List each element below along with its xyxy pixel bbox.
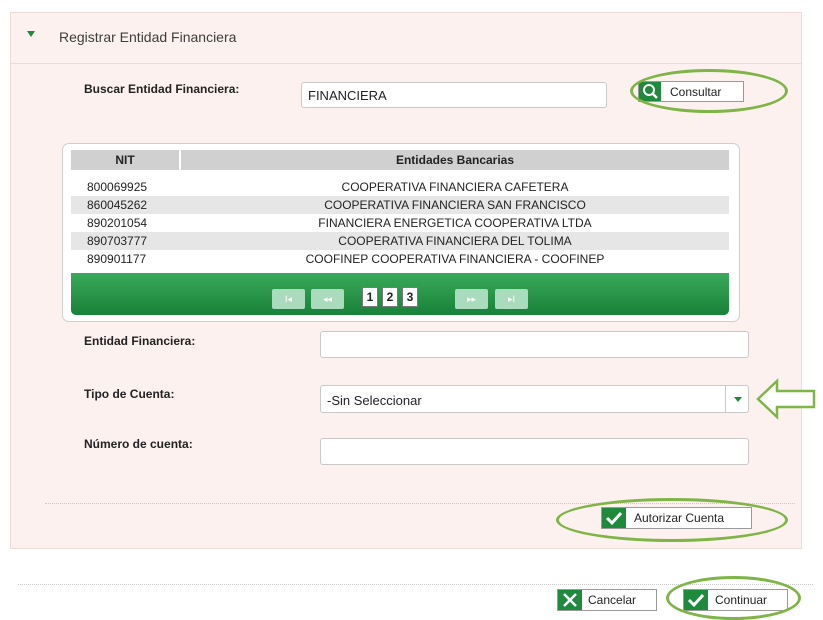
divider [18, 584, 813, 585]
numero-cuenta-label: Número de cuenta: [84, 437, 193, 451]
table-row[interactable]: 890703777 COOPERATIVA FINANCIERA DEL TOL… [71, 232, 729, 250]
arrow-left-icon [756, 378, 816, 420]
tipo-cuenta-select[interactable]: -Sin Seleccionar [320, 385, 749, 413]
page-3-button[interactable]: 3 [402, 287, 418, 307]
continuar-label: Continuar [715, 593, 768, 607]
collapse-toggle-icon[interactable] [27, 31, 35, 37]
cell-entidad: COOPERATIVA FINANCIERA DEL TOLIMA [338, 234, 572, 248]
cell-entidad: COOFINEP COOPERATIVA FINANCIERA - COOFIN… [305, 252, 605, 266]
cell-nit: 860045262 [87, 198, 148, 212]
table-row[interactable]: 890201054 FINANCIERA ENERGETICA COOPERAT… [71, 214, 729, 232]
column-header-nit[interactable]: NIT [71, 150, 181, 170]
consultar-button[interactable]: Consultar [638, 81, 744, 102]
prev-page-button[interactable]: ◂◂ [311, 289, 344, 309]
page-1-button[interactable]: 1 [362, 287, 378, 307]
tipo-cuenta-value: -Sin Seleccionar [327, 393, 422, 408]
pager: I◂ ◂◂ 1 2 3 ▸▸ ▸I [71, 273, 729, 315]
cell-entidad: COOPERATIVA FINANCIERA SAN FRANCISCO [324, 198, 586, 212]
search-label: Buscar Entidad Financiera: [84, 82, 240, 96]
divider [45, 503, 795, 504]
table-row[interactable]: 800069925 COOPERATIVA FINANCIERA CAFETER… [71, 178, 729, 196]
table-row[interactable]: 890901177 COOFINEP COOPERATIVA FINANCIER… [71, 250, 729, 268]
next-page-button[interactable]: ▸▸ [455, 289, 488, 309]
check-icon [602, 508, 626, 528]
cell-nit: 800069925 [87, 180, 148, 194]
cell-entidad: COOPERATIVA FINANCIERA CAFETERA [341, 180, 569, 194]
cell-nit: 890703777 [87, 234, 148, 248]
panel-header[interactable]: Registrar Entidad Financiera [11, 13, 801, 64]
cancelar-label: Cancelar [588, 593, 637, 607]
consultar-label: Consultar [670, 85, 722, 99]
close-icon [558, 590, 582, 610]
autorizar-label: Autorizar Cuenta [634, 511, 725, 525]
cell-nit: 890201054 [87, 216, 148, 230]
column-header-entidades[interactable]: Entidades Bancarias [181, 150, 729, 170]
search-input[interactable] [301, 82, 607, 108]
cell-entidad: FINANCIERA ENERGETICA COOPERATIVA LTDA [318, 216, 592, 230]
panel-title: Registrar Entidad Financiera [59, 29, 237, 45]
continuar-button[interactable]: Continuar [683, 589, 788, 611]
tipo-cuenta-dropdown-button[interactable] [725, 385, 749, 413]
cancelar-button[interactable]: Cancelar [557, 589, 657, 611]
first-page-button[interactable]: I◂ [272, 289, 305, 309]
tipo-cuenta-label: Tipo de Cuenta: [84, 387, 175, 401]
search-icon [639, 82, 661, 101]
cell-nit: 890901177 [87, 252, 147, 266]
results-grid: NIT Entidades Bancarias 800069925 COOPER… [62, 143, 740, 322]
chevron-down-icon [734, 397, 742, 402]
numero-cuenta-input[interactable] [320, 438, 749, 465]
entidad-label: Entidad Financiera: [84, 334, 196, 348]
entidad-financiera-input[interactable] [320, 331, 749, 358]
grid-header: NIT Entidades Bancarias [71, 150, 729, 170]
check-icon [684, 590, 708, 610]
autorizar-cuenta-button[interactable]: Autorizar Cuenta [601, 507, 752, 529]
table-row[interactable]: 860045262 COOPERATIVA FINANCIERA SAN FRA… [71, 196, 729, 214]
last-page-button[interactable]: ▸I [495, 289, 528, 309]
page-2-button[interactable]: 2 [382, 287, 398, 307]
